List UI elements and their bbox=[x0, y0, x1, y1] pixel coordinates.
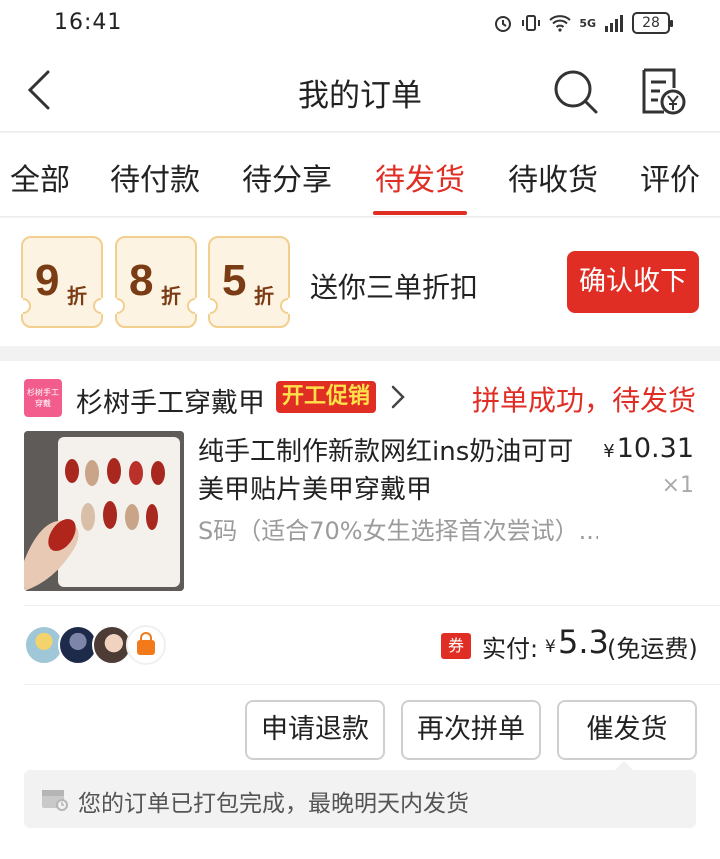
promo-badge: 开工促销 bbox=[276, 381, 377, 413]
shipping-tip: 您的订单已打包完成，最晚明天内发货 bbox=[24, 770, 696, 828]
tab-pending-payment[interactable]: 待付款 bbox=[110, 155, 200, 199]
discount-coupon: 5 折 bbox=[208, 236, 290, 328]
discount-banner: 9 折 8 折 5 折 送你三单折扣 确认收下 bbox=[0, 218, 720, 346]
battery-icon: 28 bbox=[632, 12, 673, 34]
product-spec: S码（适合70%女生选择首次尝试）... bbox=[198, 517, 598, 545]
coupon-value: 9 bbox=[35, 256, 60, 305]
coupon-value: 8 bbox=[129, 256, 154, 305]
tab-pending-shipment[interactable]: 待发货 bbox=[375, 155, 465, 199]
status-icons: 5G 28 bbox=[493, 12, 673, 34]
page-title: 我的订单 bbox=[298, 78, 422, 114]
nav-bar: 我的订单 bbox=[0, 50, 720, 132]
status-time: 16:41 bbox=[54, 10, 123, 35]
wifi-icon bbox=[549, 15, 571, 32]
alarm-icon bbox=[495, 16, 512, 32]
confirm-accept-button[interactable]: 确认收下 bbox=[567, 251, 699, 313]
product-price: ¥10.31 bbox=[603, 433, 694, 464]
divider bbox=[24, 605, 720, 606]
discount-text: 送你三单折扣 bbox=[310, 271, 479, 304]
paid-currency: ¥ bbox=[545, 637, 556, 657]
paid-label: 实付: bbox=[482, 635, 539, 663]
network-label: 5G bbox=[579, 16, 596, 30]
product-image[interactable] bbox=[24, 431, 184, 591]
package-icon bbox=[42, 790, 68, 811]
order-tabs: 全部 待付款 待分享 待发货 待收货 评价 bbox=[0, 133, 720, 217]
product-title[interactable]: 纯手工制作新款网红ins奶油可可美甲贴片美甲穿戴甲 bbox=[198, 433, 594, 509]
shipping-note: (免运费) bbox=[607, 635, 698, 663]
coupon-unit: 折 bbox=[67, 284, 87, 308]
status-bar: 16:41 5G 28 bbox=[0, 0, 720, 50]
urge-shipment-button[interactable]: 催发货 bbox=[557, 700, 697, 760]
coupon-unit: 折 bbox=[254, 284, 274, 308]
divider bbox=[24, 684, 720, 685]
tab-review[interactable]: 评价 bbox=[640, 155, 700, 199]
coupon-unit: 折 bbox=[161, 284, 181, 308]
product-quantity: ×1 bbox=[661, 473, 694, 498]
request-refund-button[interactable]: 申请退款 bbox=[245, 700, 385, 760]
order-status: 拼单成功，待发货 bbox=[471, 384, 696, 417]
discount-coupon: 9 折 bbox=[21, 236, 103, 328]
paid-amount: 5.3 bbox=[558, 623, 609, 661]
tab-all[interactable]: 全部 bbox=[10, 155, 70, 199]
signal-icon bbox=[605, 15, 623, 32]
regroup-button[interactable]: 再次拼单 bbox=[401, 700, 541, 760]
search-icon[interactable] bbox=[552, 68, 600, 116]
shop-name[interactable]: 杉树手工穿戴甲 bbox=[76, 381, 265, 420]
active-tab-indicator bbox=[373, 211, 467, 215]
discount-coupon: 8 折 bbox=[115, 236, 197, 328]
shop-logo[interactable]: 杉树手工穿戴 bbox=[24, 379, 62, 417]
coupon-tag: 券 bbox=[441, 633, 471, 659]
tab-pending-share[interactable]: 待分享 bbox=[242, 155, 332, 199]
chevron-right-icon[interactable] bbox=[390, 383, 406, 411]
tab-pending-receipt[interactable]: 待收货 bbox=[508, 155, 598, 199]
coupon-value: 5 bbox=[222, 256, 247, 305]
order-card: 杉树手工穿戴 杉树手工穿戴甲 开工促销 拼单成功，待发货 纯手工制作新款网红in… bbox=[0, 361, 720, 859]
orange-bag-icon bbox=[137, 632, 155, 655]
shipping-tip-text: 您的订单已打包完成，最晚明天内发货 bbox=[78, 791, 469, 817]
bill-yen-icon[interactable] bbox=[636, 66, 686, 116]
currency-symbol: ¥ bbox=[603, 441, 615, 462]
avatar bbox=[126, 625, 166, 665]
vibrate-icon bbox=[522, 15, 541, 31]
price-value: 10.31 bbox=[616, 433, 694, 464]
